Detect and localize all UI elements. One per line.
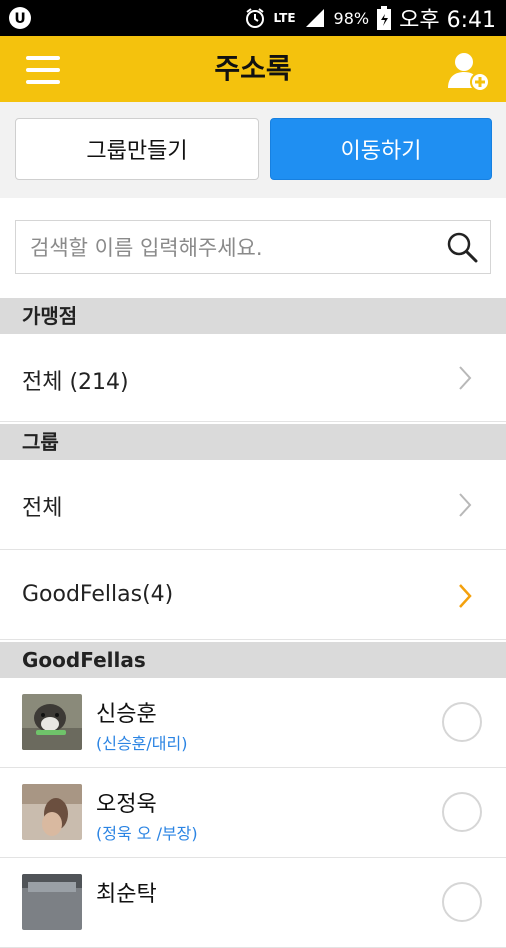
- avatar: [22, 694, 82, 750]
- chevron-right-active-icon: [459, 584, 472, 608]
- group-goodfellas-label: GoodFellas(4): [22, 582, 174, 607]
- avatar: [22, 874, 82, 930]
- section-header-store: 가맹점: [0, 298, 506, 334]
- contact-row[interactable]: 신승훈 (신승훈/대리): [0, 678, 506, 768]
- battery-percent: 98%: [333, 8, 370, 28]
- contact-row[interactable]: 오정욱 (정욱 오 /부장): [0, 768, 506, 858]
- search-icon[interactable]: [446, 231, 478, 263]
- search-box: [15, 220, 491, 275]
- add-contact-icon[interactable]: [446, 48, 490, 92]
- battery-icon: [377, 6, 392, 30]
- section-header-group: 그룹: [0, 424, 506, 460]
- create-group-button[interactable]: 그룹만들기: [15, 118, 259, 180]
- contact-subtitle: (정욱 오 /부장): [96, 824, 198, 843]
- network-label: LTE: [273, 11, 296, 25]
- svg-text:U: U: [14, 11, 25, 27]
- group-all-label: 전체: [22, 496, 63, 521]
- alarm-icon: [245, 8, 264, 28]
- app-notification-icon: U: [9, 7, 31, 29]
- store-all-label: 전체 (214): [22, 370, 129, 395]
- contact-name: 신승훈: [96, 702, 157, 727]
- status-bar: U LTE 98% 오후 6:41: [0, 0, 506, 36]
- app-bar: 주소록: [0, 36, 506, 102]
- contact-name: 최순탁: [96, 882, 157, 907]
- select-radio[interactable]: [442, 882, 482, 922]
- select-radio[interactable]: [442, 702, 482, 742]
- contact-row[interactable]: 최순탁: [0, 858, 506, 948]
- clock: 오후 6:41: [399, 8, 496, 33]
- group-goodfellas-row[interactable]: GoodFellas(4): [0, 550, 506, 640]
- section-header-goodfellas: GoodFellas: [0, 642, 506, 678]
- avatar: [22, 784, 82, 840]
- select-radio[interactable]: [442, 792, 482, 832]
- action-bar: 그룹만들기 이동하기: [0, 102, 506, 198]
- group-all-row[interactable]: 전체: [0, 460, 506, 550]
- contact-name: 오정욱: [96, 792, 157, 817]
- signal-icon: [305, 9, 324, 27]
- move-button[interactable]: 이동하기: [270, 118, 492, 180]
- page-title: 주소록: [214, 52, 292, 85]
- status-indicators: LTE 98% 오후 6:41: [244, 0, 496, 36]
- store-all-row[interactable]: 전체 (214): [0, 334, 506, 422]
- chevron-right-icon: [459, 493, 472, 517]
- search-input[interactable]: [28, 221, 432, 275]
- search-area: [0, 198, 506, 298]
- contact-subtitle: (신승훈/대리): [96, 734, 188, 753]
- chevron-right-icon: [459, 366, 472, 390]
